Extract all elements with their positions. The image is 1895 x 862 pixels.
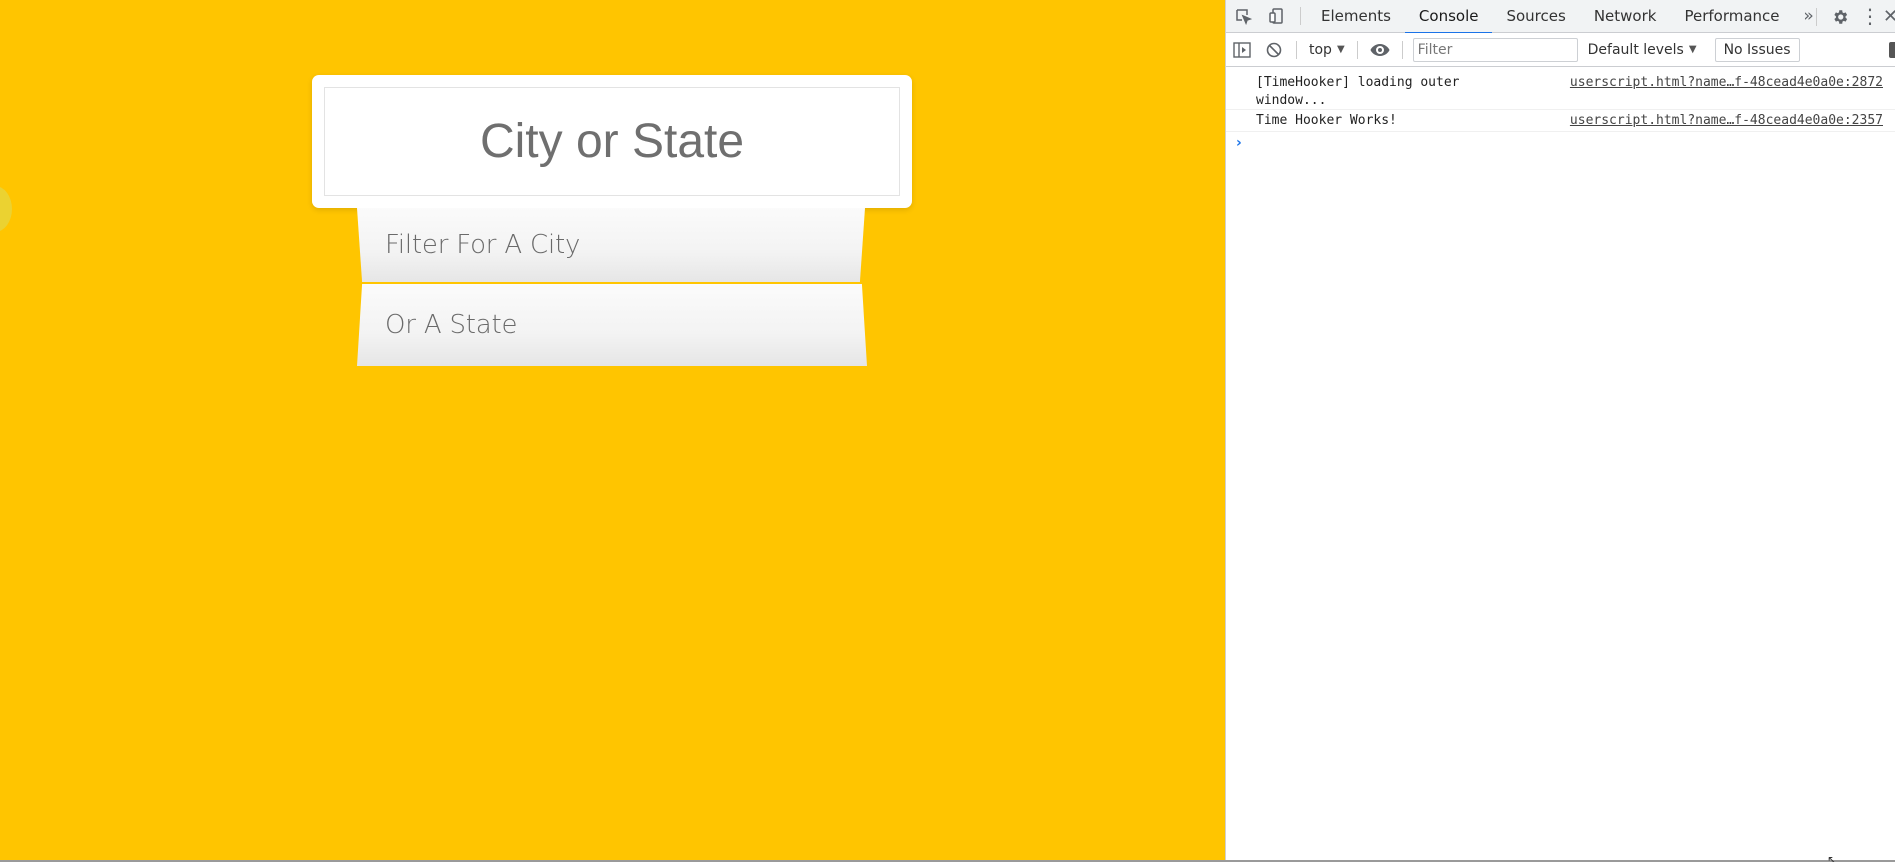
inspect-element-icon[interactable] — [1226, 0, 1260, 33]
close-icon[interactable]: ✕ — [1883, 6, 1895, 27]
console-filter-input[interactable] — [1412, 37, 1578, 62]
log-levels-label: Default levels — [1587, 41, 1684, 58]
kebab-menu-icon[interactable]: ⋮ — [1857, 0, 1883, 33]
edge-decoration — [0, 186, 12, 232]
console-prompt[interactable]: › — [1226, 132, 1895, 156]
search-card — [312, 75, 912, 208]
devtools-tabbar: Elements Console Sources Network Perform… — [1226, 0, 1895, 34]
log-levels-dropdown[interactable]: Default levels ▼ — [1588, 33, 1697, 67]
context-selector[interactable]: top ▼ — [1303, 33, 1351, 67]
toolbar-divider — [1401, 40, 1403, 59]
sidebar-toggle-icon[interactable] — [1226, 33, 1258, 67]
tab-elements[interactable]: Elements — [1307, 0, 1405, 33]
prompt-chevron-icon: › — [1236, 135, 1242, 151]
tab-console[interactable]: Console — [1404, 0, 1493, 34]
caret-down-icon: ▼ — [1688, 44, 1697, 55]
suggestion-item[interactable]: Or A State — [357, 284, 867, 366]
console-output: [TimeHooker] loading outer window... use… — [1226, 67, 1895, 156]
console-message: Time Hooker Works! userscript.html?name…… — [1226, 110, 1895, 132]
tab-sources[interactable]: Sources — [1492, 0, 1579, 33]
page-viewport: Filter For A City Or A State — [0, 0, 1225, 862]
tab-network[interactable]: Network — [1580, 0, 1671, 33]
context-selector-label: top — [1309, 41, 1332, 58]
console-message-source-link[interactable]: userscript.html?name…f-48cead4e0a0e:2872 — [1570, 74, 1883, 92]
tab-performance[interactable]: Performance — [1670, 0, 1793, 33]
devtools-panel: Elements Console Sources Network Perform… — [1225, 0, 1895, 862]
console-input[interactable] — [1256, 136, 1856, 152]
console-message: [TimeHooker] loading outer window... use… — [1226, 67, 1895, 110]
suggestion-item[interactable]: Filter For A City — [357, 208, 865, 282]
toolbar-divider — [1300, 7, 1301, 25]
eye-icon[interactable] — [1364, 33, 1396, 67]
settings-cut-icon[interactable] — [1889, 42, 1895, 58]
issues-button[interactable]: No Issues — [1714, 37, 1800, 62]
caret-down-icon: ▼ — [1336, 44, 1345, 55]
gear-icon[interactable] — [1823, 0, 1857, 33]
city-state-search-input[interactable] — [324, 87, 900, 196]
clear-console-icon[interactable] — [1258, 33, 1290, 67]
console-toolbar: top ▼ Default levels ▼ No Issues — [1226, 33, 1895, 67]
mouse-cursor-icon: ↖ — [1827, 853, 1838, 862]
console-message-source-link[interactable]: userscript.html?name…f-48cead4e0a0e:2357 — [1570, 112, 1883, 130]
toolbar-divider — [1296, 40, 1297, 59]
device-toolbar-icon[interactable] — [1260, 0, 1294, 33]
console-message-text: [TimeHooker] loading outer window... — [1256, 75, 1468, 108]
console-message-text: Time Hooker Works! — [1256, 113, 1397, 128]
toolbar-divider — [1816, 7, 1817, 26]
toolbar-divider — [1356, 40, 1358, 59]
